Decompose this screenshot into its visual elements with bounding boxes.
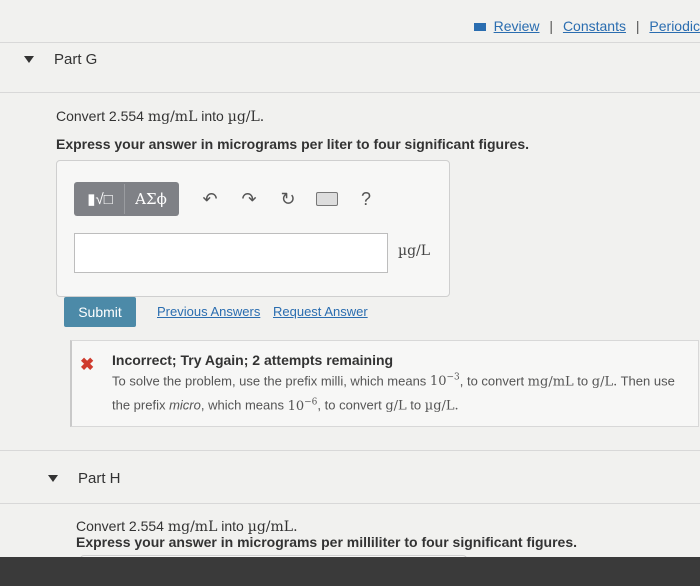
request-answer-link[interactable]: Request Answer [273, 304, 368, 319]
feedback-text-segment: to [573, 373, 592, 389]
prompt-to-unit: µg/mL. [247, 519, 298, 535]
part-g-label: Part G [54, 51, 98, 68]
toolbar-button-group: ▮√□ ΑΣϕ [74, 182, 179, 216]
submit-button[interactable]: Submit [64, 297, 136, 327]
templates-button[interactable]: ▮√□ [76, 184, 125, 214]
divider [0, 92, 700, 93]
part-h-instruction: Express your answer in micrograms per mi… [76, 534, 578, 550]
top-nav: Review | Constants | Periodic [473, 18, 700, 34]
redo-icon[interactable]: ↷ [234, 184, 264, 214]
feedback-text-segment: , to convert [459, 373, 528, 389]
divider [0, 42, 700, 43]
review-link[interactable]: Review [494, 18, 540, 34]
prompt-text: Convert 2.554 [76, 518, 168, 534]
reset-icon[interactable]: ↻ [273, 184, 303, 214]
part-h-prompt: Convert 2.554 mg/mL into µg/mL. [76, 518, 298, 535]
feedback-text-segment: To solve the problem, use the prefix mil… [112, 373, 430, 389]
part-g-header[interactable]: Part G [24, 51, 97, 68]
feedback-exponent: −3 [446, 373, 460, 383]
previous-answers-link[interactable]: Previous Answers [157, 304, 260, 319]
constants-link[interactable]: Constants [563, 18, 626, 34]
greek-letters-button[interactable]: ΑΣϕ [125, 184, 177, 214]
feedback-text: To solve the problem, use the prefix mil… [112, 368, 692, 417]
answer-unit: µg/L [398, 243, 431, 259]
divider [0, 503, 700, 504]
part-h-label: Part H [78, 470, 121, 487]
feedback-exponent-base: 10 [287, 398, 305, 414]
feedback-line: To solve the problem, use the prefix mil… [112, 368, 692, 392]
feedback-math: g/L [385, 398, 407, 414]
answer-input[interactable] [74, 233, 388, 273]
feedback-math: mg/mL [527, 374, 574, 390]
feedback-math: 10−6 [287, 397, 318, 414]
prompt-text: Convert 2.554 [56, 108, 148, 124]
collapse-caret-icon[interactable] [48, 475, 58, 482]
answer-panel [56, 160, 450, 297]
feedback-math: µg/L. [424, 398, 459, 414]
feedback-text-segment: the prefix [112, 397, 170, 413]
help-icon[interactable]: ? [351, 184, 381, 214]
feedback-text-segment: , which means [200, 397, 288, 413]
prompt-text: into [197, 108, 228, 124]
feedback-math: 10−3 [429, 373, 460, 390]
keyboard-icon[interactable] [312, 184, 342, 214]
feedback-text-segment: to [406, 397, 425, 413]
feedback-text-segment: , to convert [317, 397, 386, 413]
feedback-math: g/L. [591, 374, 618, 390]
periodic-link[interactable]: Periodic [649, 18, 700, 34]
math-toolbar: ▮√□ ΑΣϕ ↶ ↷ ↻ ? [74, 182, 381, 216]
prompt-from-unit: mg/mL [147, 109, 198, 125]
incorrect-x-icon: ✖ [80, 355, 95, 374]
part-g-prompt: Convert 2.554 mg/mL into µg/L. [56, 108, 264, 125]
part-h-header[interactable]: Part H [48, 470, 121, 487]
part-g-instruction: Express your answer in micrograms per li… [56, 136, 530, 152]
prompt-to-unit: µg/L. [227, 109, 265, 125]
nav-separator: | [635, 18, 640, 34]
feedback-text-segment: Then use [617, 373, 675, 389]
prompt-from-unit: mg/mL [167, 519, 218, 535]
undo-icon[interactable]: ↶ [195, 184, 225, 214]
book-icon [473, 23, 486, 32]
nav-separator: | [549, 18, 554, 34]
collapse-caret-icon[interactable] [24, 56, 34, 63]
feedback-exponent-base: 10 [429, 374, 447, 390]
prompt-text: into [217, 518, 248, 534]
bottom-bar [0, 557, 700, 586]
feedback-title: Incorrect; Try Again; 2 attempts remaini… [112, 352, 394, 368]
feedback-line: the prefix micro, which means 10−6, to c… [112, 392, 692, 416]
divider [0, 450, 700, 451]
feedback-exponent: −6 [304, 397, 318, 408]
feedback-text-segment: micro [169, 397, 201, 413]
